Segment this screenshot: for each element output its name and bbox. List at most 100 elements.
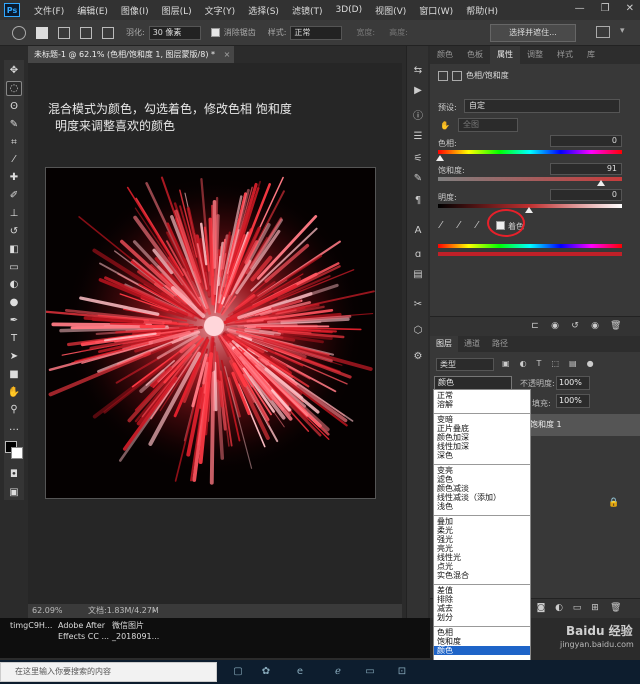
edge-icon[interactable]: e: [292, 664, 308, 680]
tab-color[interactable]: 颜色: [430, 46, 460, 64]
new-group-icon[interactable]: ▭: [572, 603, 582, 613]
crop-tool-icon[interactable]: ⌗: [6, 135, 22, 150]
eyedropper-tool-icon[interactable]: ⁄: [6, 152, 22, 167]
intersect-selection-icon[interactable]: [102, 26, 114, 39]
color-swatches[interactable]: [5, 441, 23, 460]
menu-help[interactable]: 帮助(H): [466, 4, 498, 17]
tab-properties[interactable]: 属性: [490, 46, 520, 64]
clip-to-layer-icon[interactable]: ⊏: [530, 321, 540, 331]
blend-option[interactable]: 实色混合: [437, 571, 530, 580]
menu-select[interactable]: 选择(S): [248, 4, 279, 17]
status-menu-icon[interactable]: ›: [152, 604, 155, 618]
blend-option-selected[interactable]: 颜色: [434, 646, 530, 655]
blend-option[interactable]: 正常: [437, 391, 530, 400]
blend-option[interactable]: 浅色: [437, 502, 530, 511]
healing-brush-icon[interactable]: ✚: [6, 170, 22, 185]
menu-edit[interactable]: 编辑(E): [77, 4, 108, 17]
info-icon[interactable]: ⓘ: [411, 110, 425, 124]
lightness-input[interactable]: 0: [550, 189, 622, 201]
paragraph-icon[interactable]: ¶: [411, 194, 425, 208]
blend-option[interactable]: 颜色加深: [437, 433, 530, 442]
menu-file[interactable]: 文件(F): [34, 4, 64, 17]
blend-option[interactable]: 叠加: [437, 517, 530, 526]
new-layer-icon[interactable]: ⊞: [590, 603, 600, 613]
clone-stamp-icon[interactable]: ⊥: [6, 206, 22, 221]
visibility-icon[interactable]: ◉: [590, 321, 600, 331]
brush-tool-icon[interactable]: ✐: [6, 188, 22, 203]
filter-shape-icon[interactable]: ⬚: [551, 359, 559, 368]
menu-type[interactable]: 文字(Y): [205, 4, 236, 17]
dodge-tool-icon[interactable]: ●: [6, 295, 22, 310]
app-icon[interactable]: ✿: [258, 664, 274, 680]
blend-option[interactable]: 线性加深: [437, 442, 530, 451]
task-view-icon[interactable]: ▢: [230, 664, 246, 680]
taskbar-search-input[interactable]: 在这里输入你要搜索的内容: [0, 662, 217, 682]
blur-tool-icon[interactable]: ◐: [6, 277, 22, 292]
blend-option[interactable]: 滤色: [437, 475, 530, 484]
3d-icon[interactable]: ⬡: [411, 324, 425, 338]
blend-option[interactable]: 点光: [437, 562, 530, 571]
add-mask-icon[interactable]: ◙: [536, 603, 546, 613]
menu-filter[interactable]: 滤镜(T): [292, 4, 323, 17]
filter-toggle-icon[interactable]: ●: [587, 359, 594, 368]
play-action-icon[interactable]: ▶: [411, 84, 425, 98]
filter-adjustment-icon[interactable]: ◐: [520, 359, 527, 368]
quick-mask-icon[interactable]: ◘: [6, 467, 22, 482]
history-icon[interactable]: ⇆: [411, 64, 425, 78]
lightness-slider-thumb[interactable]: [525, 207, 533, 213]
blend-option[interactable]: 溶解: [437, 400, 530, 409]
blend-option[interactable]: 差值: [437, 586, 530, 595]
ellipse-marquee-icon[interactable]: [12, 25, 26, 40]
delete-adjustment-icon[interactable]: 🗑: [610, 321, 621, 331]
close-icon[interactable]: ✕: [626, 3, 634, 14]
menu-layer[interactable]: 图层(L): [162, 4, 192, 17]
adjustments-icon[interactable]: ☰: [411, 130, 425, 144]
gradient-tool-icon[interactable]: ▭: [6, 260, 22, 275]
channel-select[interactable]: 全图: [458, 118, 518, 132]
path-select-icon[interactable]: ➤: [6, 349, 22, 364]
restore-icon[interactable]: ❐: [601, 3, 610, 14]
blend-option[interactable]: 线性减淡（添加）: [437, 493, 530, 502]
opacity-input[interactable]: 100%: [556, 376, 590, 390]
file-item[interactable]: timgC9H...: [10, 620, 52, 631]
blend-option[interactable]: 深色: [437, 451, 530, 460]
screen-mode-icon[interactable]: ▣: [6, 485, 22, 500]
zoom-level[interactable]: 62.09%: [32, 604, 63, 618]
store-icon[interactable]: ⊡: [394, 664, 410, 680]
character-icon[interactable]: A: [411, 224, 425, 238]
workspace-menu-icon[interactable]: ▾: [620, 26, 630, 38]
ie-icon[interactable]: ℯ: [330, 664, 346, 680]
notes-icon[interactable]: ▤: [411, 268, 425, 282]
tab-libraries[interactable]: 库: [580, 46, 602, 64]
tab-layers[interactable]: 图层: [430, 336, 458, 352]
blend-option[interactable]: 变亮: [437, 466, 530, 475]
history-brush-icon[interactable]: ↺: [6, 224, 22, 239]
background-color[interactable]: [11, 447, 23, 460]
folder-icon[interactable]: ▭: [362, 664, 378, 680]
move-tool-icon[interactable]: ✥: [6, 63, 22, 78]
document-close-icon[interactable]: ×: [224, 50, 231, 59]
eraser-tool-icon[interactable]: ◧: [6, 242, 22, 257]
layer-filter-select[interactable]: 类型: [436, 358, 494, 371]
tab-channels[interactable]: 通道: [458, 336, 486, 352]
blend-mode-dropdown[interactable]: 正常 溶解 变暗 正片叠底 颜色加深 线性加深 深色 变亮 滤色 颜色减淡 线性…: [433, 389, 531, 680]
menu-image[interactable]: 图像(I): [121, 4, 149, 17]
filter-pixel-icon[interactable]: ▣: [502, 359, 510, 368]
eyedropper-icon[interactable]: ⁄: [440, 220, 442, 231]
lasso-tool-icon[interactable]: ʘ: [6, 99, 22, 114]
antialias-checkbox[interactable]: [210, 28, 220, 37]
hue-input[interactable]: 0: [550, 135, 622, 147]
blend-option[interactable]: 正片叠底: [437, 424, 530, 433]
brush-preset-icon[interactable]: ✎: [411, 172, 425, 186]
saturation-slider-thumb[interactable]: [597, 180, 605, 186]
file-item[interactable]: 微信图片 _2018091...: [112, 620, 159, 642]
add-selection-icon[interactable]: [58, 26, 70, 39]
menu-view[interactable]: 视图(V): [375, 4, 406, 17]
new-adjustment-icon[interactable]: ◐: [554, 603, 564, 613]
view-previous-icon[interactable]: ◉: [550, 321, 560, 331]
tab-adjustments[interactable]: 调整: [520, 46, 550, 64]
glyphs-icon[interactable]: ɑ: [411, 248, 425, 262]
eyedropper-minus-icon[interactable]: ⁄: [476, 220, 478, 231]
marquee-tool-icon[interactable]: ◌: [6, 80, 22, 96]
feather-input[interactable]: 30 像素: [148, 25, 201, 40]
